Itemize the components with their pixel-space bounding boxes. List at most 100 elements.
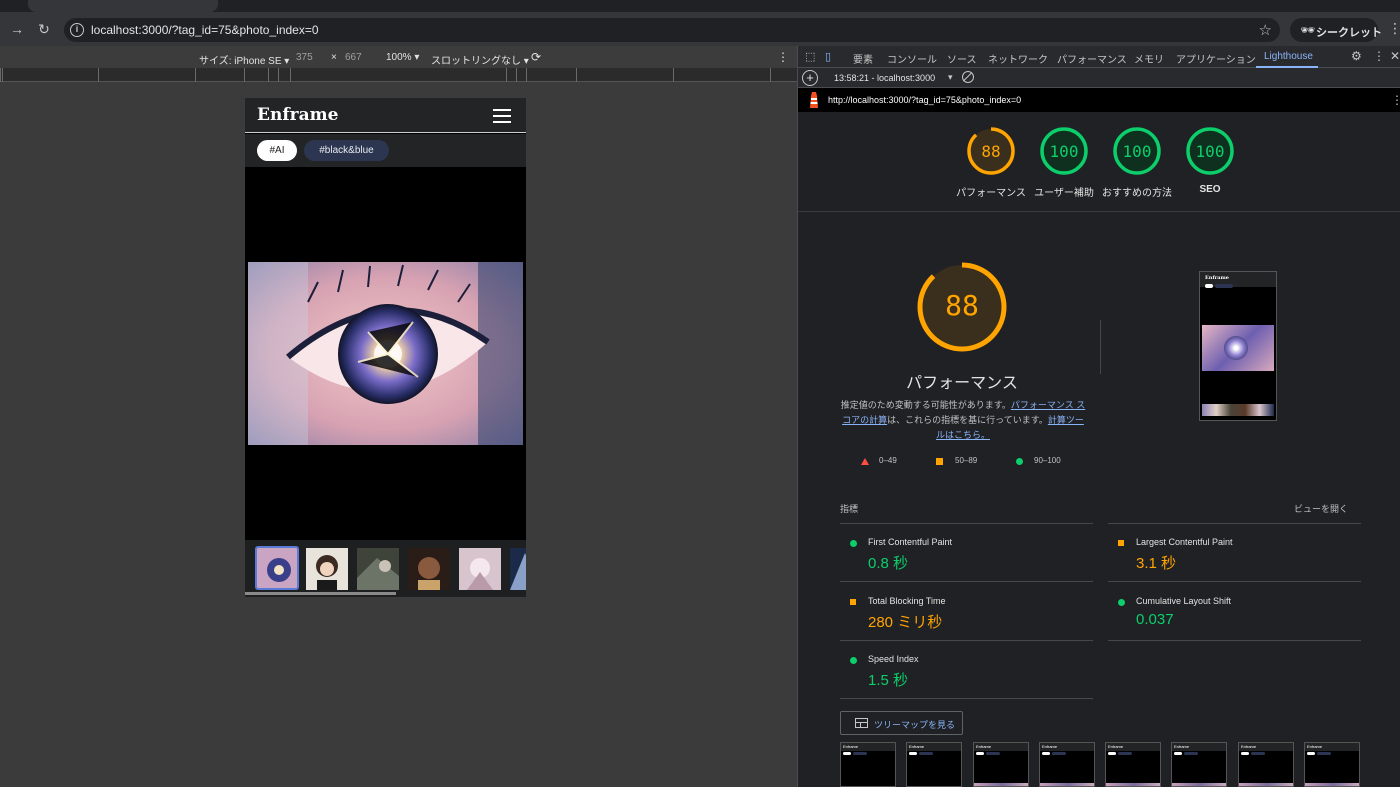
performance-score-large: 88 — [945, 289, 979, 322]
tag-bar: #AI #black&blue — [245, 134, 526, 167]
metric-fcp: First Contentful Paint 0.8 秒 — [840, 524, 1093, 582]
settings-gear-icon[interactable]: ⚙ — [1351, 49, 1362, 63]
gauge-accessibility-score: 100 — [1049, 142, 1079, 161]
view-treemap-button[interactable]: ツリーマップを見る — [840, 711, 963, 735]
rotate-icon[interactable]: ⟳ — [531, 50, 541, 64]
browser-tab[interactable] — [28, 0, 218, 12]
legend-fail-range: 0–49 — [879, 456, 897, 465]
report-more-icon[interactable]: ⋮ — [1391, 93, 1400, 107]
thumbnail-1[interactable] — [255, 546, 299, 590]
filmstrip-frame-logo: Enframe — [1307, 744, 1323, 749]
forward-icon[interactable]: → — [8, 20, 26, 38]
thumbnail-2[interactable] — [306, 548, 348, 590]
hamburger-menu-icon[interactable] — [493, 109, 511, 123]
screenshot-logo: Enframe — [1205, 275, 1229, 281]
tab-network[interactable]: ネットワーク — [988, 51, 1048, 66]
tab-sources[interactable]: ソース — [947, 51, 977, 66]
report-url-text[interactable]: http://localhost:3000/?tag_id=75&photo_i… — [828, 95, 1021, 105]
gauge-performance[interactable]: 88 — [966, 126, 1016, 176]
filmstrip-frame[interactable]: Enframe — [906, 742, 962, 787]
clear-report-icon[interactable] — [962, 71, 974, 83]
expand-view-toggle[interactable]: ビューを開く — [1294, 502, 1348, 515]
metric-value: 0.037 — [1136, 611, 1174, 628]
tab-application[interactable]: アプリケーション — [1176, 51, 1256, 66]
tab-memory[interactable]: メモリ — [1134, 51, 1164, 66]
metric-speed-index: Speed Index 1.5 秒 — [840, 641, 1093, 699]
gauge-accessibility[interactable]: 100 — [1039, 126, 1089, 176]
thumbnail-4[interactable] — [408, 548, 450, 590]
status-average-icon — [1118, 540, 1124, 546]
final-screenshot[interactable]: Enframe — [1199, 271, 1277, 421]
filmstrip-frame[interactable]: Enframe — [1171, 742, 1227, 787]
gauge-accessibility-label: ユーザー補助 — [1034, 188, 1094, 199]
tab-console[interactable]: コンソール — [887, 51, 937, 66]
device-toggle-icon[interactable]: ▯ — [825, 50, 831, 63]
address-bar[interactable]: i localhost:3000/?tag_id=75&photo_index=… — [64, 18, 1280, 42]
filmstrip-frame[interactable]: Enframe — [973, 742, 1029, 787]
thumbnail-3[interactable] — [357, 548, 399, 590]
tab-performance[interactable]: パフォーマンス — [1057, 51, 1127, 66]
gauge-seo[interactable]: 100 — [1185, 126, 1235, 176]
gauge-performance-label: パフォーマンス — [956, 188, 1026, 199]
vertical-divider — [1100, 320, 1101, 374]
lighthouse-toolbar: + 13:58:21 - localhost:3000 ▾ — [798, 68, 1400, 88]
close-icon[interactable]: ✕ — [1390, 49, 1400, 63]
device-height-input[interactable]: 667 — [345, 52, 362, 63]
filmstrip-frame-logo: Enframe — [909, 744, 925, 749]
metric-value: 1.5 秒 — [868, 672, 909, 689]
legend-pass-range: 90–100 — [1034, 456, 1061, 465]
tab-strip — [0, 0, 1400, 12]
tag-chip-ai[interactable]: #AI — [257, 140, 297, 161]
more-icon[interactable]: ⋮ — [1388, 20, 1400, 37]
metric-name: Cumulative Layout Shift — [1136, 596, 1232, 606]
legend-pass-circle-icon — [1016, 458, 1023, 465]
throttling-select[interactable]: スロットリングなし ▾ — [431, 52, 529, 67]
tag-chip-black-blue[interactable]: #black&blue — [304, 140, 389, 161]
thumbnail-5[interactable] — [459, 548, 501, 590]
device-select[interactable]: サイズ: iPhone SE ▾ — [199, 52, 289, 67]
thumbnail-strip[interactable] — [245, 540, 526, 597]
devtools-tab-bar: ⬚ ▯ 要素 コンソール ソース ネットワーク パフォーマンス メモリ アプリケ… — [798, 46, 1400, 68]
report-dropdown-chevron-icon[interactable]: ▾ — [948, 72, 953, 83]
performance-gauge-large: 88 — [916, 261, 1008, 353]
app-logo[interactable]: Enframe — [257, 105, 338, 125]
metric-name: First Contentful Paint — [868, 537, 953, 547]
thumbnail-scrollbar[interactable] — [245, 592, 396, 595]
new-report-plus-icon[interactable]: + — [802, 70, 818, 86]
gauge-best-practices[interactable]: 100 — [1112, 126, 1162, 176]
tab-lighthouse[interactable]: Lighthouse — [1264, 51, 1313, 62]
device-width-input[interactable]: 375 — [296, 52, 313, 63]
main-photo[interactable] — [248, 262, 523, 445]
emulated-page: Enframe #AI #black&blue — [245, 98, 526, 597]
dimension-separator: × — [331, 52, 337, 63]
filmstrip-frame-logo: Enframe — [1108, 744, 1124, 749]
media-query-ruler[interactable] — [0, 68, 797, 82]
filmstrip-frame[interactable]: Enframe — [1105, 742, 1161, 787]
incognito-label: シークレット — [1316, 27, 1382, 39]
legend-fail-triangle-icon — [861, 458, 869, 465]
browser-toolbar: → ↻ i localhost:3000/?tag_id=75&photo_in… — [0, 12, 1400, 46]
zoom-select[interactable]: 100% ▾ — [386, 52, 419, 63]
site-info-icon[interactable]: i — [70, 23, 84, 37]
metric-name: Largest Contentful Paint — [1136, 537, 1233, 547]
filmstrip-frame[interactable]: Enframe — [1304, 742, 1360, 787]
url-text[interactable]: localhost:3000/?tag_id=75&photo_index=0 — [91, 23, 319, 37]
inspect-element-icon[interactable]: ⬚ — [805, 50, 815, 63]
desc-text-1: 推定値のため変動する可能性があります。 — [840, 400, 1011, 410]
tab-elements[interactable]: 要素 — [853, 51, 873, 66]
thumbnail-6[interactable] — [510, 548, 526, 590]
filmstrip-frame-logo: Enframe — [1042, 744, 1058, 749]
report-selector[interactable]: 13:58:21 - localhost:3000 — [834, 73, 935, 83]
metric-cls: Cumulative Layout Shift 0.037 — [1108, 583, 1361, 641]
devtools-panel: ⬚ ▯ 要素 コンソール ソース ネットワーク パフォーマンス メモリ アプリケ… — [797, 46, 1400, 787]
devtools-more-icon[interactable]: ⋮ — [1373, 49, 1385, 63]
device-more-icon[interactable]: ⋮ — [777, 50, 789, 64]
status-good-icon — [1118, 599, 1125, 606]
metric-name: Speed Index — [868, 654, 919, 664]
filmstrip-frame[interactable]: Enframe — [1238, 742, 1294, 787]
bookmark-star-icon[interactable]: ☆ — [1259, 21, 1272, 39]
reload-icon[interactable]: ↻ — [35, 20, 53, 38]
filmstrip-frame[interactable]: Enframe — [840, 742, 896, 787]
incognito-button[interactable]: 🕶 シークレット — [1290, 18, 1382, 42]
filmstrip-frame[interactable]: Enframe — [1039, 742, 1095, 787]
